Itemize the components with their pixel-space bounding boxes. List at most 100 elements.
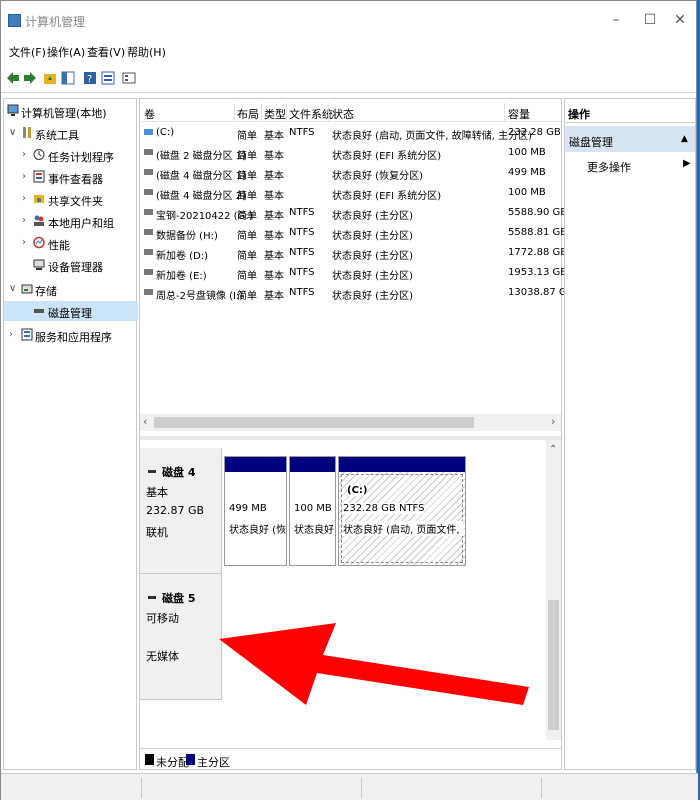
scroll-right-icon[interactable]: › <box>551 415 555 428</box>
menu-view[interactable]: 查看(V) <box>87 44 125 60</box>
volume-row[interactable]: (磁盘 4 磁盘分区 1) 简单 基本 状态良好 (恢复分区) 499 MB <box>140 163 561 183</box>
volume-type: 基本 <box>264 191 284 202</box>
tree-label-root: 计算机管理(本地) <box>21 107 107 120</box>
actions-section-label: 磁盘管理 <box>569 136 613 149</box>
chevron-right-icon[interactable]: › <box>9 329 13 340</box>
tree-label-storage: 存储 <box>35 285 57 298</box>
red-annotation-arrow <box>219 623 529 705</box>
volume-capacity: 5588.81 GB <box>508 227 568 238</box>
disk-4-label[interactable]: 磁盘 4 基本 232.87 GB 联机 <box>140 448 222 574</box>
column-header-capacity[interactable]: 容量 <box>508 106 530 122</box>
volume-status: 状态良好 (主分区) <box>332 251 413 262</box>
drive-icon <box>144 229 153 235</box>
disk-4-type: 基本 <box>146 486 168 499</box>
column-header-layout[interactable]: 布局 <box>237 106 259 122</box>
menu-help[interactable]: 帮助(H) <box>127 44 166 60</box>
volume-row[interactable]: 数据备份 (H:) 简单 基本 NTFS 状态良好 (主分区) 5588.81 GB <box>140 223 567 243</box>
view-icon[interactable] <box>122 71 136 85</box>
volume-type: 基本 <box>264 151 284 162</box>
tree-item-performance[interactable]: › 性能 <box>4 233 138 253</box>
menu-file[interactable]: 文件(F) <box>9 44 46 60</box>
vertical-scrollbar[interactable]: ⌃ <box>546 440 561 740</box>
menu-action[interactable]: 操作(A) <box>47 44 85 60</box>
drive-icon <box>144 169 153 175</box>
partition-recovery[interactable]: 499 MB 状态良好 (恢复 <box>224 456 287 566</box>
scrollbar-thumb[interactable] <box>154 417 474 428</box>
legend-label-primary: 主分区 <box>197 756 230 769</box>
toolbar: ? <box>1 63 696 93</box>
chevron-right-icon[interactable]: › <box>22 215 26 226</box>
column-header-volume[interactable]: 卷 <box>144 106 155 122</box>
volume-name: (C:) <box>156 127 175 138</box>
volume-status: 状态良好 (主分区) <box>332 271 413 282</box>
help-icon[interactable]: ? <box>83 71 97 85</box>
volume-row[interactable]: 新加卷 (E:) 简单 基本 NTFS 状态良好 (主分区) 1953.13 GB <box>140 263 567 283</box>
chevron-right-icon[interactable]: › <box>22 171 26 182</box>
tree-item-device-manager[interactable]: 设备管理器 <box>4 255 138 275</box>
volume-status: 状态良好 (恢复分区) <box>332 171 423 182</box>
chevron-right-icon[interactable]: › <box>22 193 26 204</box>
volume-capacity: 232.28 GB <box>508 127 561 138</box>
maximize-button[interactable]: ☐ <box>635 9 665 31</box>
volume-status: 状态良好 (主分区) <box>332 231 413 242</box>
column-header-type[interactable]: 类型 <box>264 106 286 122</box>
volume-filesystem: NTFS <box>289 127 315 138</box>
tree-item-system-tools[interactable]: ∨ 系统工具 <box>4 123 138 143</box>
volume-capacity: 5588.90 GB <box>508 207 568 218</box>
column-header-filesystem[interactable]: 文件系统 <box>289 106 333 122</box>
tree-item-root[interactable]: 计算机管理(本地) <box>4 101 138 121</box>
back-icon[interactable] <box>6 71 20 85</box>
properties-icon[interactable] <box>101 71 115 85</box>
up-folder-icon[interactable] <box>43 71 57 85</box>
volume-filesystem: NTFS <box>289 267 315 278</box>
partition-c-drive[interactable]: (C:) 232.28 GB NTFS 状态良好 (启动, 页面文件, 故障 <box>338 456 466 566</box>
volume-row[interactable]: (磁盘 4 磁盘分区 2) 简单 基本 状态良好 (EFI 系统分区) 100 MB <box>140 183 561 203</box>
tree-item-services-apps[interactable]: › 服务和应用程序 <box>4 325 138 345</box>
chevron-right-icon[interactable]: › <box>22 149 26 160</box>
drive-icon <box>144 249 153 255</box>
tree-item-local-users[interactable]: › 本地用户和组 <box>4 211 138 231</box>
volume-row[interactable]: (磁盘 2 磁盘分区 1) 简单 基本 状态良好 (EFI 系统分区) 100 MB <box>140 143 561 163</box>
more-actions-item[interactable]: 更多操作 ▶ <box>565 154 695 176</box>
chevron-down-icon[interactable]: ∨ <box>9 127 16 138</box>
drive-icon <box>144 129 153 135</box>
tree-item-event-viewer[interactable]: › 事件查看器 <box>4 167 138 187</box>
volume-type: 基本 <box>264 251 284 262</box>
disk-icon <box>148 596 156 599</box>
tree-item-shared-folders[interactable]: › 共享文件夹 <box>4 189 138 209</box>
disk-4-state: 联机 <box>146 526 168 539</box>
status-bar <box>1 773 698 800</box>
scrollbar-thumb[interactable] <box>548 600 559 730</box>
collapse-up-icon[interactable]: ▲ <box>681 134 688 144</box>
chevron-down-icon[interactable]: ∨ <box>9 283 16 294</box>
legend-swatch-primary <box>186 754 195 765</box>
partition-size: 232.28 GB NTFS <box>343 503 425 514</box>
scroll-up-icon[interactable]: ⌃ <box>549 444 557 455</box>
show-hide-tree-icon[interactable] <box>61 71 75 85</box>
volume-layout: 简单 <box>237 231 257 242</box>
actions-section-disk-management[interactable]: 磁盘管理 ▲ <box>565 126 695 152</box>
volume-row[interactable]: 周总-2号盘镜像 (I:) 简单 基本 NTFS 状态良好 (主分区) 13038.87 … <box>140 283 574 303</box>
partition-efi[interactable]: 100 MB 状态良好 <box>289 456 336 566</box>
volume-row[interactable]: 新加卷 (D:) 简单 基本 NTFS 状态良好 (主分区) 1772.88 GB <box>140 243 567 263</box>
column-header-status[interactable]: 状态 <box>332 106 354 122</box>
disk-5-label[interactable]: 磁盘 5 可移动 无媒体 <box>140 574 222 700</box>
actions-pane: 操作 磁盘管理 ▲ 更多操作 ▶ <box>564 98 696 770</box>
minimize-button[interactable]: – <box>601 9 631 31</box>
chevron-right-icon[interactable]: › <box>22 237 26 248</box>
tree-item-disk-management[interactable]: 磁盘管理 <box>4 301 138 321</box>
close-button[interactable]: ✕ <box>665 9 695 31</box>
volume-filesystem: NTFS <box>289 247 315 258</box>
actions-title: 操作 <box>565 99 695 123</box>
volume-capacity: 499 MB <box>508 167 546 178</box>
tree-item-storage[interactable]: ∨ 存储 <box>4 279 138 299</box>
volume-row[interactable]: 宝钢-20210422 (G:) 简单 基本 NTFS 状态良好 (主分区) 5588.9… <box>140 203 567 223</box>
horizontal-scrollbar[interactable]: ‹ › <box>140 414 561 431</box>
scroll-left-icon[interactable]: ‹ <box>143 415 147 428</box>
tree-item-task-scheduler[interactable]: › 任务计划程序 <box>4 145 138 165</box>
computer-icon <box>7 104 19 116</box>
partition-label: (C:) <box>347 485 368 496</box>
volume-capacity: 1772.88 GB <box>508 247 568 258</box>
volume-row[interactable]: (C:) 简单 基本 NTFS 状态良好 (启动, 页面文件, 故障转储, 主分区) 23… <box>140 123 561 143</box>
forward-icon[interactable] <box>23 71 37 85</box>
